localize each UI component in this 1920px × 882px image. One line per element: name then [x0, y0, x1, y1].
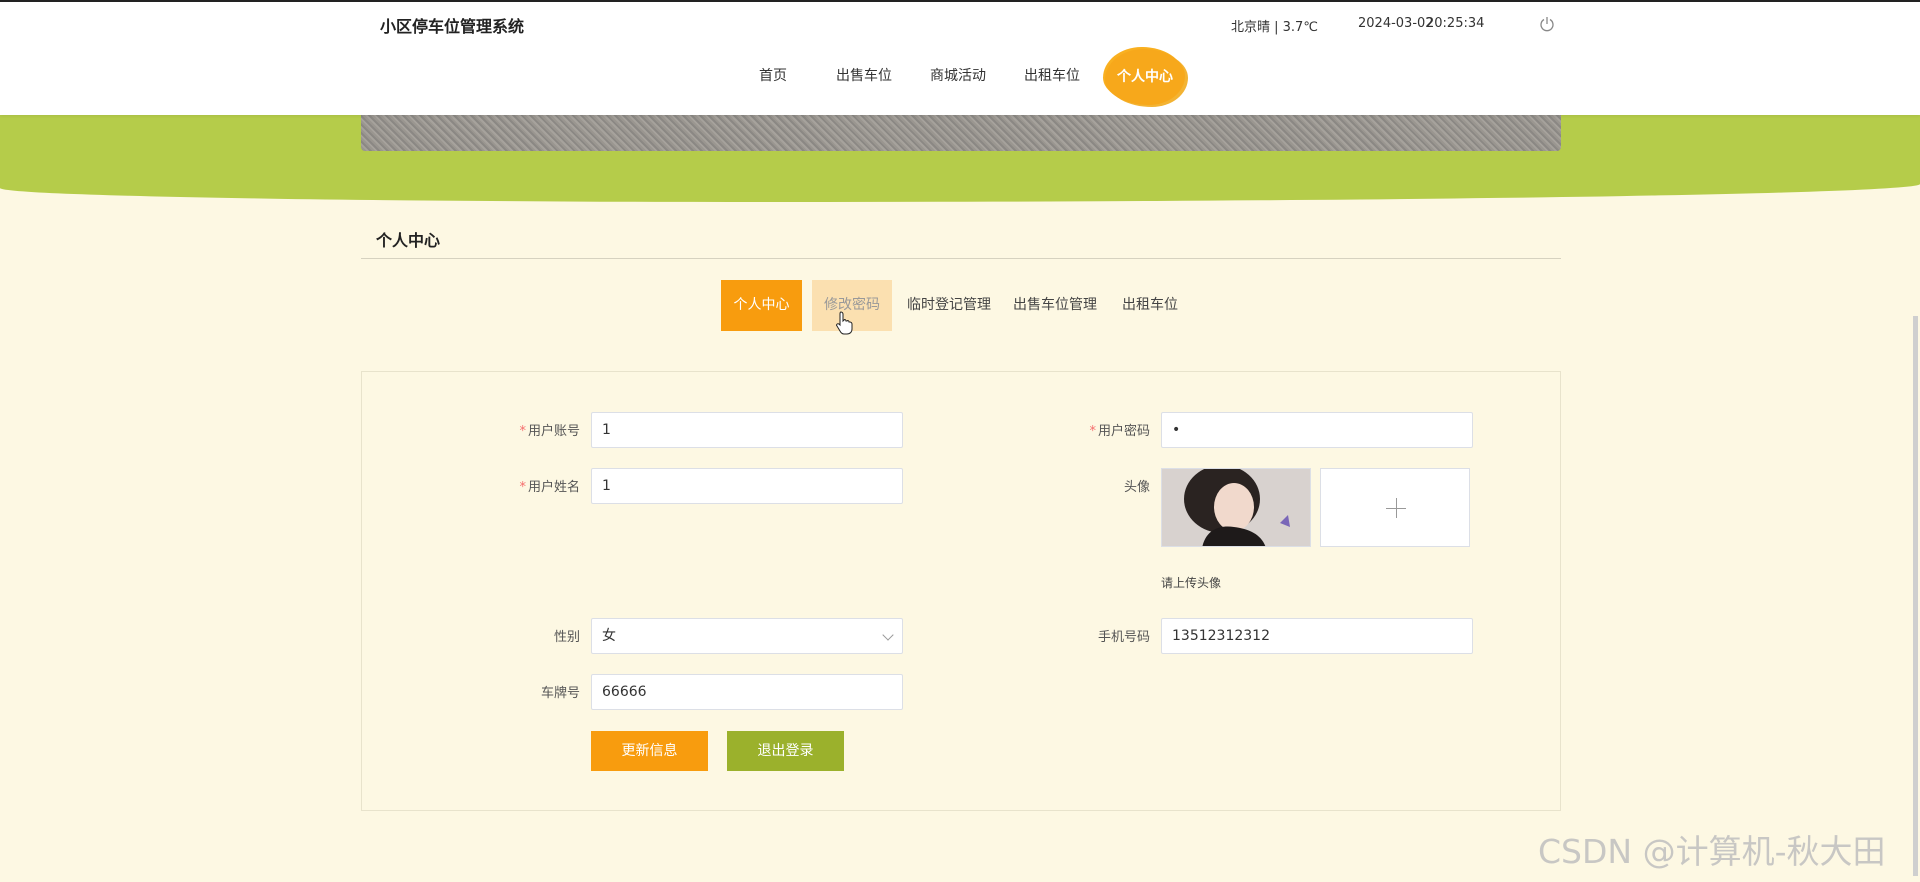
- nav-item-home[interactable]: 首页: [755, 49, 791, 103]
- site-title: 小区停车位管理系统: [380, 17, 525, 36]
- logout-button[interactable]: 退出登录: [727, 731, 844, 771]
- update-info-button[interactable]: 更新信息: [591, 731, 708, 771]
- weather-info: 北京晴 | 3.7℃: [1231, 20, 1318, 35]
- page-title: 个人中心: [376, 231, 441, 250]
- avatar-upload-hint: 请上传头像: [1161, 576, 1222, 590]
- nav-item-personal-center[interactable]: 个人中心: [1105, 49, 1185, 105]
- current-time: 20:25:34: [1426, 16, 1485, 31]
- nav-item-sell-parking[interactable]: 出售车位: [834, 49, 894, 103]
- chevron-down-icon: [882, 629, 894, 641]
- power-icon[interactable]: [1539, 16, 1555, 32]
- password-input[interactable]: •: [1161, 412, 1473, 448]
- gender-label: 性别: [553, 630, 580, 645]
- top-header: 小区停车位管理系统 北京晴 | 3.7℃ 2024-03-02 20:25:34…: [0, 0, 1920, 115]
- avatar-upload-button[interactable]: [1320, 468, 1470, 547]
- page-scrollbar[interactable]: [1913, 316, 1918, 876]
- account-label: * 用户账号: [519, 424, 580, 439]
- phone-label: 手机号码: [1097, 630, 1150, 645]
- tab-rent-parking[interactable]: 出租车位: [1116, 280, 1184, 331]
- tab-temp-registration[interactable]: 临时登记管理: [902, 280, 996, 331]
- account-input[interactable]: 1: [591, 412, 903, 448]
- password-label: * 用户密码: [1089, 424, 1150, 439]
- nav-item-mall-activity[interactable]: 商城活动: [928, 49, 988, 103]
- main-nav: 首页 出售车位 商城活动 出租车位 个人中心: [0, 49, 1920, 105]
- title-divider: [361, 258, 1561, 259]
- gender-select[interactable]: 女: [591, 618, 903, 654]
- avatar: [1161, 468, 1311, 547]
- hand-cursor-icon: [836, 311, 853, 335]
- tab-sell-parking-management[interactable]: 出售车位管理: [1008, 280, 1102, 331]
- plate-input[interactable]: 66666: [591, 674, 903, 710]
- plate-label: 车牌号: [540, 686, 580, 701]
- name-label: * 用户姓名: [519, 480, 580, 495]
- name-input[interactable]: 1: [591, 468, 903, 504]
- gender-selected-value: 女: [602, 628, 616, 644]
- tab-personal-center[interactable]: 个人中心: [721, 280, 802, 331]
- nav-item-rent-parking[interactable]: 出租车位: [1022, 49, 1082, 103]
- banner-image: [361, 112, 1561, 151]
- avatar-label: 头像: [1123, 480, 1150, 495]
- current-date: 2024-03-02: [1358, 16, 1434, 31]
- watermark: CSDN @计算机-秋大田: [1538, 832, 1886, 871]
- phone-input[interactable]: 13512312312: [1161, 618, 1473, 654]
